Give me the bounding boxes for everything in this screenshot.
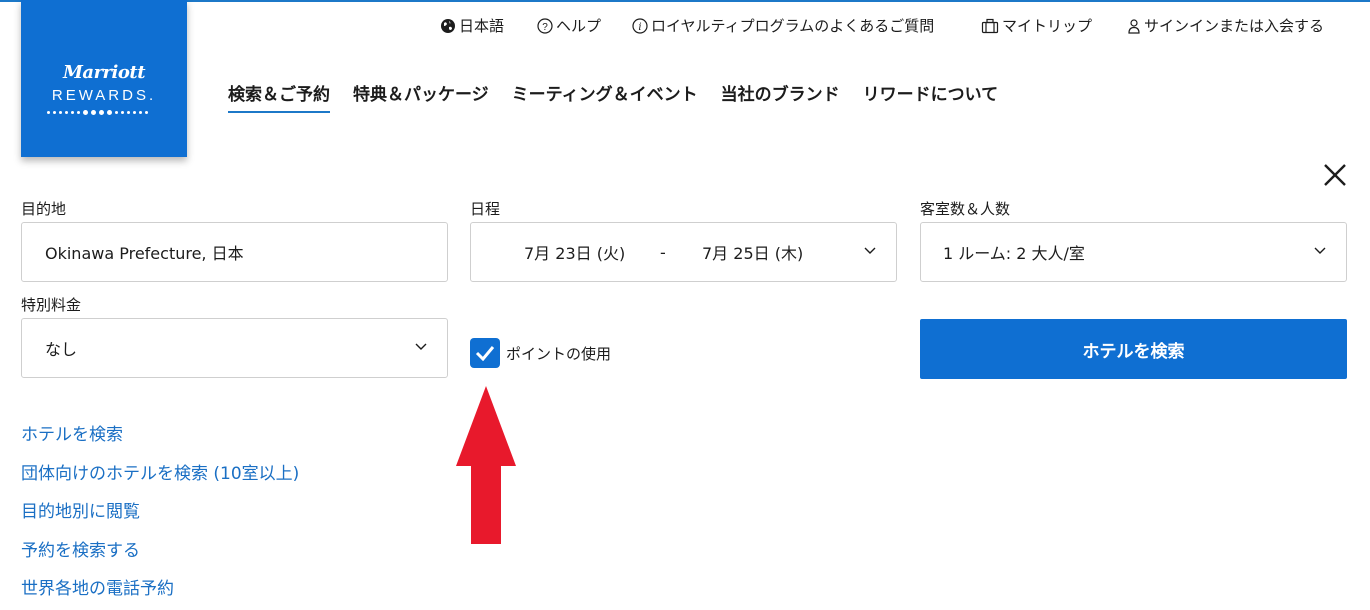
globe-icon <box>441 18 455 33</box>
use-points-checkbox[interactable] <box>470 338 500 368</box>
destination-label: 目的地 <box>21 200 67 218</box>
nav-our-brands[interactable]: 当社のブランド <box>721 84 840 108</box>
utility-nav: 日本語 ? ヘルプ i ロイヤルティプログラムのよくあるご質問 マイトリップ サ… <box>0 15 1370 35</box>
top-accent-line <box>0 0 1370 2</box>
close-icon[interactable] <box>1321 161 1349 189</box>
my-trips-label: マイトリップ <box>1002 17 1093 35</box>
nav-rewards[interactable]: リワードについて <box>863 84 999 108</box>
dates-label: 日程 <box>470 200 501 218</box>
check-in-date: 7月 23日 (火) <box>524 244 626 263</box>
special-rate-label: 特別料金 <box>21 296 82 314</box>
dates-picker[interactable]: 7月 23日 (火) - 7月 25日 (木) <box>470 222 897 282</box>
help-icon: ? <box>537 17 553 34</box>
link-worldwide-phone[interactable]: 世界各地の電話予約 <box>21 578 299 610</box>
nav-offers[interactable]: 特典＆パッケージ <box>353 84 489 108</box>
nav-meetings-events[interactable]: ミーティング＆イベント <box>512 84 698 108</box>
language-label: 日本語 <box>459 17 505 35</box>
guests-label: 客室数＆人数 <box>920 200 1011 218</box>
help-label: ヘルプ <box>556 17 602 35</box>
logo-sub-text: REWARDS. <box>51 87 157 104</box>
checkmark-icon <box>475 346 495 361</box>
chevron-down-icon <box>864 247 876 254</box>
destination-input[interactable]: Okinawa Prefecture, 日本 <box>21 222 448 282</box>
booking-page: Marriott REWARDS. 日本語 ? ヘルプ i ロイヤルティプログラ… <box>0 0 1370 610</box>
language-link[interactable]: 日本語 <box>440 15 504 36</box>
sign-in-link[interactable]: サインインまたは入会する <box>1127 15 1324 36</box>
link-browse-destinations[interactable]: 目的地別に閲覧 <box>21 501 299 540</box>
quick-links: ホテルを検索 団体向けのホテルを検索 (10室以上) 目的地別に閲覧 予約を検索… <box>21 424 299 610</box>
briefcase-icon <box>981 18 999 33</box>
guests-value: 1 ルーム: 2 大人/室 <box>943 244 1085 263</box>
info-icon: i <box>632 17 648 34</box>
svg-text:?: ? <box>542 22 548 33</box>
main-nav: 検索＆ご予約 特典＆パッケージ ミーティング＆イベント 当社のブランド リワード… <box>228 84 998 114</box>
link-group-hotels[interactable]: 団体向けのホテルを検索 (10室以上) <box>21 463 299 502</box>
sign-in-label: サインインまたは入会する <box>1144 17 1325 35</box>
guests-selector[interactable]: 1 ルーム: 2 大人/室 <box>920 222 1347 282</box>
logo-brand-text: Marriott <box>62 62 146 83</box>
use-points-option[interactable]: ポイントの使用 <box>470 338 611 368</box>
svg-text:i: i <box>638 22 641 33</box>
nav-search-book[interactable]: 検索＆ご予約 <box>228 84 330 113</box>
special-rate-value: なし <box>45 340 78 359</box>
link-find-reservation[interactable]: 予約を検索する <box>21 540 299 579</box>
chevron-down-icon <box>415 343 427 350</box>
loyalty-faq-link[interactable]: i ロイヤルティプログラムのよくあるご質問 <box>632 15 934 36</box>
logo-dots <box>47 110 148 115</box>
special-rate-select[interactable]: なし <box>21 318 448 378</box>
loyalty-faq-label: ロイヤルティプログラムのよくあるご質問 <box>651 17 935 35</box>
date-separator: - <box>660 242 666 262</box>
help-link[interactable]: ? ヘルプ <box>537 15 601 36</box>
my-trips-link[interactable]: マイトリップ <box>981 15 1092 36</box>
use-points-label: ポイントの使用 <box>506 344 612 363</box>
user-icon <box>1128 18 1140 34</box>
check-out-date: 7月 25日 (木) <box>702 244 804 263</box>
chevron-down-icon <box>1314 247 1326 254</box>
destination-value: Okinawa Prefecture, 日本 <box>45 244 244 263</box>
search-hotels-button[interactable]: ホテルを検索 <box>920 319 1347 379</box>
red-arrow-annotation <box>456 386 516 544</box>
link-find-hotels[interactable]: ホテルを検索 <box>21 424 299 463</box>
